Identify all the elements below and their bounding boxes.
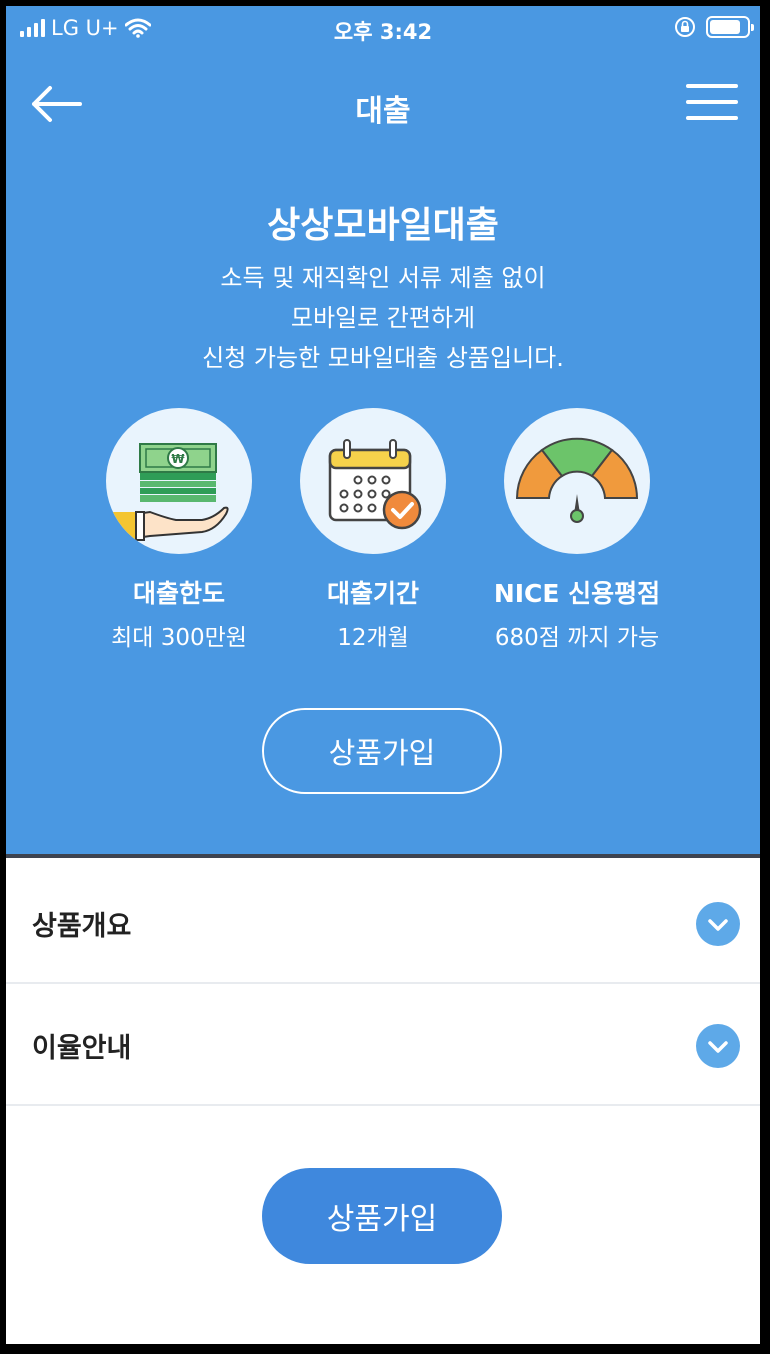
join-button-primary[interactable]: 상품가입 — [262, 1168, 502, 1264]
join-button-outline[interactable]: 상품가입 — [262, 708, 502, 794]
feature-value: 12개월 — [337, 625, 409, 651]
battery-icon — [706, 16, 754, 38]
feature-value: 최대 300만원 — [111, 625, 247, 651]
rotation-lock-icon — [675, 17, 695, 37]
feature-loan-limit: ₩ 대출한도 최대 300만원 — [69, 408, 289, 652]
feature-label: 대출한도 — [132, 579, 225, 608]
feature-value: 680점 까지 가능 — [494, 625, 660, 651]
menu-button[interactable] — [686, 84, 738, 124]
hero-section: LG U+ 오후 3:42 대출 상상모바일대출 소득 및 재직확인 서류 제출… — [6, 6, 760, 858]
app-frame: LG U+ 오후 3:42 대출 상상모바일대출 소득 및 재직확인 서류 제출… — [0, 0, 770, 1354]
accordion-label: 이율안내 — [32, 1033, 132, 1064]
product-title: 상상모바일대출 — [267, 205, 499, 246]
chevron-down-icon[interactable] — [696, 902, 740, 946]
status-right — [674, 16, 754, 38]
accordion-product-overview[interactable]: 상품개요 — [6, 862, 760, 984]
status-bar: LG U+ 오후 3:42 — [6, 6, 760, 52]
credit-gauge-icon — [504, 408, 650, 554]
page-title: 대출 — [355, 94, 411, 129]
accordion-interest-info[interactable]: 이율안내 — [6, 984, 760, 1106]
svg-text:₩: ₩ — [171, 452, 185, 466]
hamburger-menu-icon — [686, 84, 738, 88]
feature-label: 대출기간 — [326, 579, 419, 608]
description-line: 신청 가능한 모바일대출 상품입니다. — [202, 344, 564, 372]
feature-credit-score: NICE 신용평점 680점 까지 가능 — [467, 408, 687, 652]
status-time: 오후 3:42 — [333, 20, 433, 44]
feature-loan-term: 대출기간 12개월 — [263, 408, 483, 652]
navbar: 대출 — [6, 66, 760, 146]
money-hand-icon: ₩ — [106, 408, 252, 554]
description-line: 소득 및 재직확인 서류 제출 없이 — [220, 264, 546, 292]
chevron-down-icon[interactable] — [696, 1024, 740, 1068]
product-description: 소득 및 재직확인 서류 제출 없이 모바일로 간편하게 신청 가능한 모바일대… — [6, 258, 760, 378]
feature-label: NICE 신용평점 — [493, 579, 661, 608]
description-line: 모바일로 간편하게 — [290, 304, 476, 332]
calendar-check-icon — [300, 408, 446, 554]
accordion-label: 상품개요 — [32, 911, 132, 942]
